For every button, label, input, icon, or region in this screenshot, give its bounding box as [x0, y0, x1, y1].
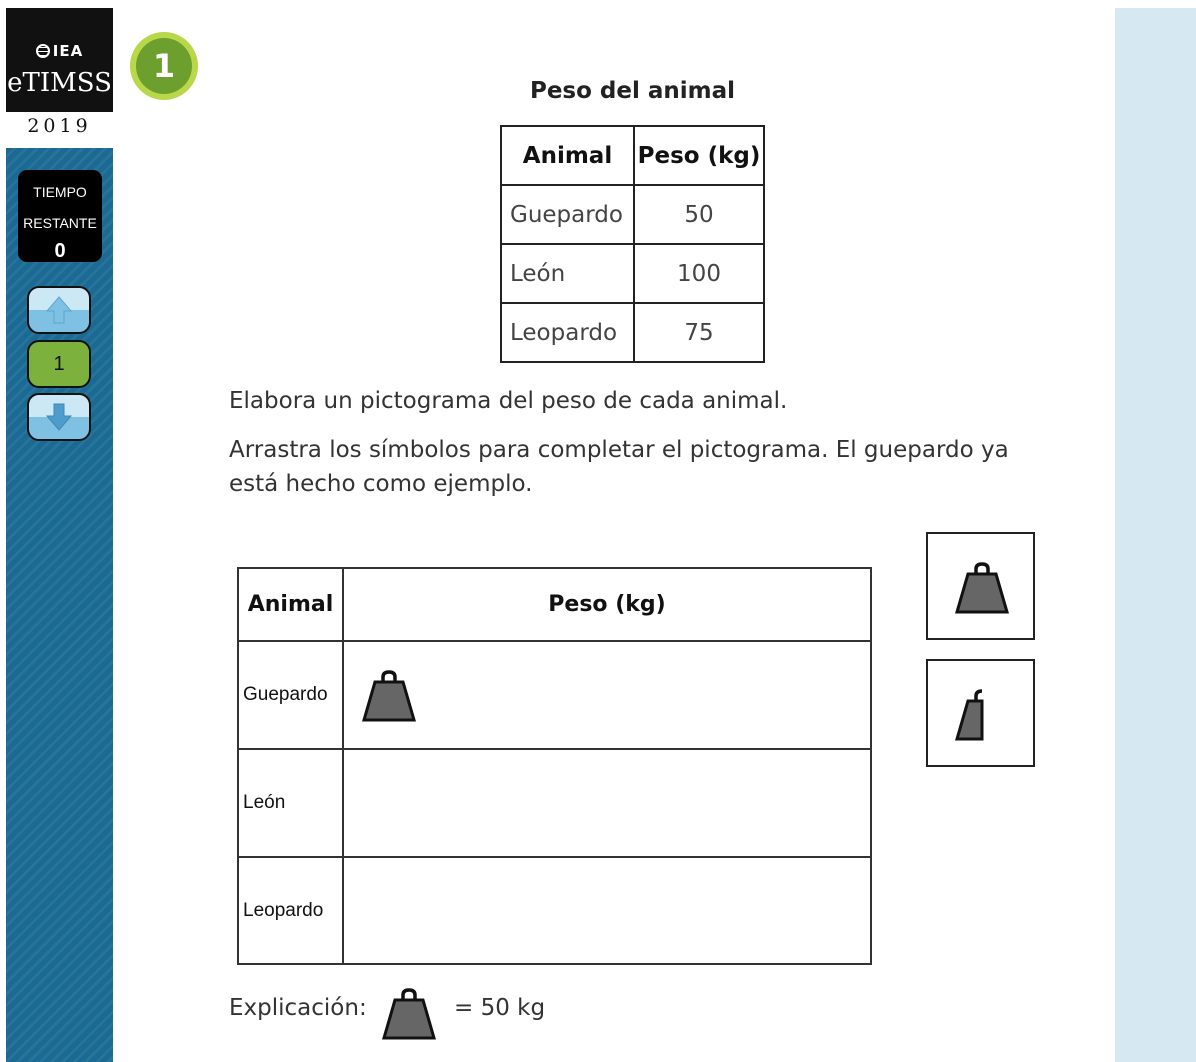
- arrow-up-icon: [46, 296, 72, 324]
- table-row: León 100: [500, 243, 765, 304]
- question-number: 1: [136, 38, 192, 94]
- cell-animal: León: [500, 243, 635, 304]
- legend-label: Explicación:: [229, 995, 367, 1021]
- instruction-2b: está hecho como ejemplo.: [229, 471, 533, 497]
- weight-full-icon: [382, 988, 436, 1040]
- weight-full-icon[interactable]: [361, 668, 417, 724]
- cell-weight: 100: [633, 243, 765, 304]
- timer-label-2: RESTANTE: [23, 215, 97, 231]
- etimss-logo: IEA eTIMSS 2019: [6, 8, 113, 148]
- question-1-button[interactable]: 1: [27, 340, 91, 388]
- legend-value: = 50 kg: [454, 995, 546, 1021]
- cell-animal: Leopardo: [500, 302, 635, 363]
- pictogram-header-weight: Peso (kg): [548, 592, 666, 617]
- pictogram-row-guepardo: Guepardo: [239, 642, 870, 750]
- pictogram-row-leopardo: Leopardo: [239, 858, 870, 963]
- pictogram-grid: Animal Peso (kg) Guepardo León Leopardo: [237, 567, 872, 965]
- next-question-button[interactable]: [27, 393, 91, 441]
- time-remaining: TIEMPO RESTANTE 0: [18, 170, 102, 262]
- pictogram-header-animal: Animal: [239, 569, 344, 640]
- globe-icon: [35, 44, 50, 58]
- pictogram-animal-label: León: [239, 750, 344, 856]
- logo-year: 2019: [6, 112, 113, 148]
- table-row: Guepardo 50: [500, 184, 765, 245]
- header-animal: Animal: [500, 125, 635, 186]
- logo-org: IEA: [6, 42, 113, 60]
- full-weight-symbol-source[interactable]: [926, 532, 1035, 640]
- instruction-2a: Arrastra los símbolos para completar el …: [229, 437, 1009, 463]
- right-panel: [1115, 8, 1196, 1062]
- logo-brand: eTIMSS: [7, 68, 112, 98]
- cell-animal: Guepardo: [500, 184, 635, 245]
- pictogram-drop-zone-guepardo[interactable]: [344, 642, 870, 748]
- weight-full-icon[interactable]: [954, 560, 1010, 616]
- pictogram-header-row: Animal Peso (kg): [239, 569, 870, 642]
- timer-label-1: TIEMPO: [33, 184, 87, 200]
- cell-weight: 50: [633, 184, 765, 245]
- weight-table: Animal Peso (kg) Guepardo 50 León 100 Le…: [500, 125, 765, 363]
- header-weight: Peso (kg): [633, 125, 765, 186]
- table-header-row: Animal Peso (kg): [500, 125, 765, 186]
- cell-weight: 75: [633, 302, 765, 363]
- pictogram-animal-label: Guepardo: [239, 642, 344, 748]
- table-title: Peso del animal: [529, 78, 736, 104]
- instruction-1: Elabora un pictograma del peso de cada a…: [229, 388, 788, 414]
- pictogram-drop-zone-leopardo[interactable]: [344, 858, 870, 963]
- pictogram-row-leon: León: [239, 750, 870, 858]
- arrow-down-icon: [46, 403, 72, 431]
- pictogram-animal-label: Leopardo: [239, 858, 344, 963]
- sidebar: IEA eTIMSS 2019 TIEMPO RESTANTE 0 1: [6, 8, 113, 1062]
- weight-half-icon[interactable]: [954, 687, 1010, 743]
- table-row: Leopardo 75: [500, 302, 765, 363]
- timer-value: 0: [54, 240, 66, 262]
- previous-question-button[interactable]: [27, 286, 91, 334]
- half-weight-symbol-source[interactable]: [926, 659, 1035, 767]
- pictogram-drop-zone-leon[interactable]: [344, 750, 870, 856]
- logo-org-text: IEA: [52, 42, 84, 60]
- question-number-badge: 1: [130, 32, 198, 100]
